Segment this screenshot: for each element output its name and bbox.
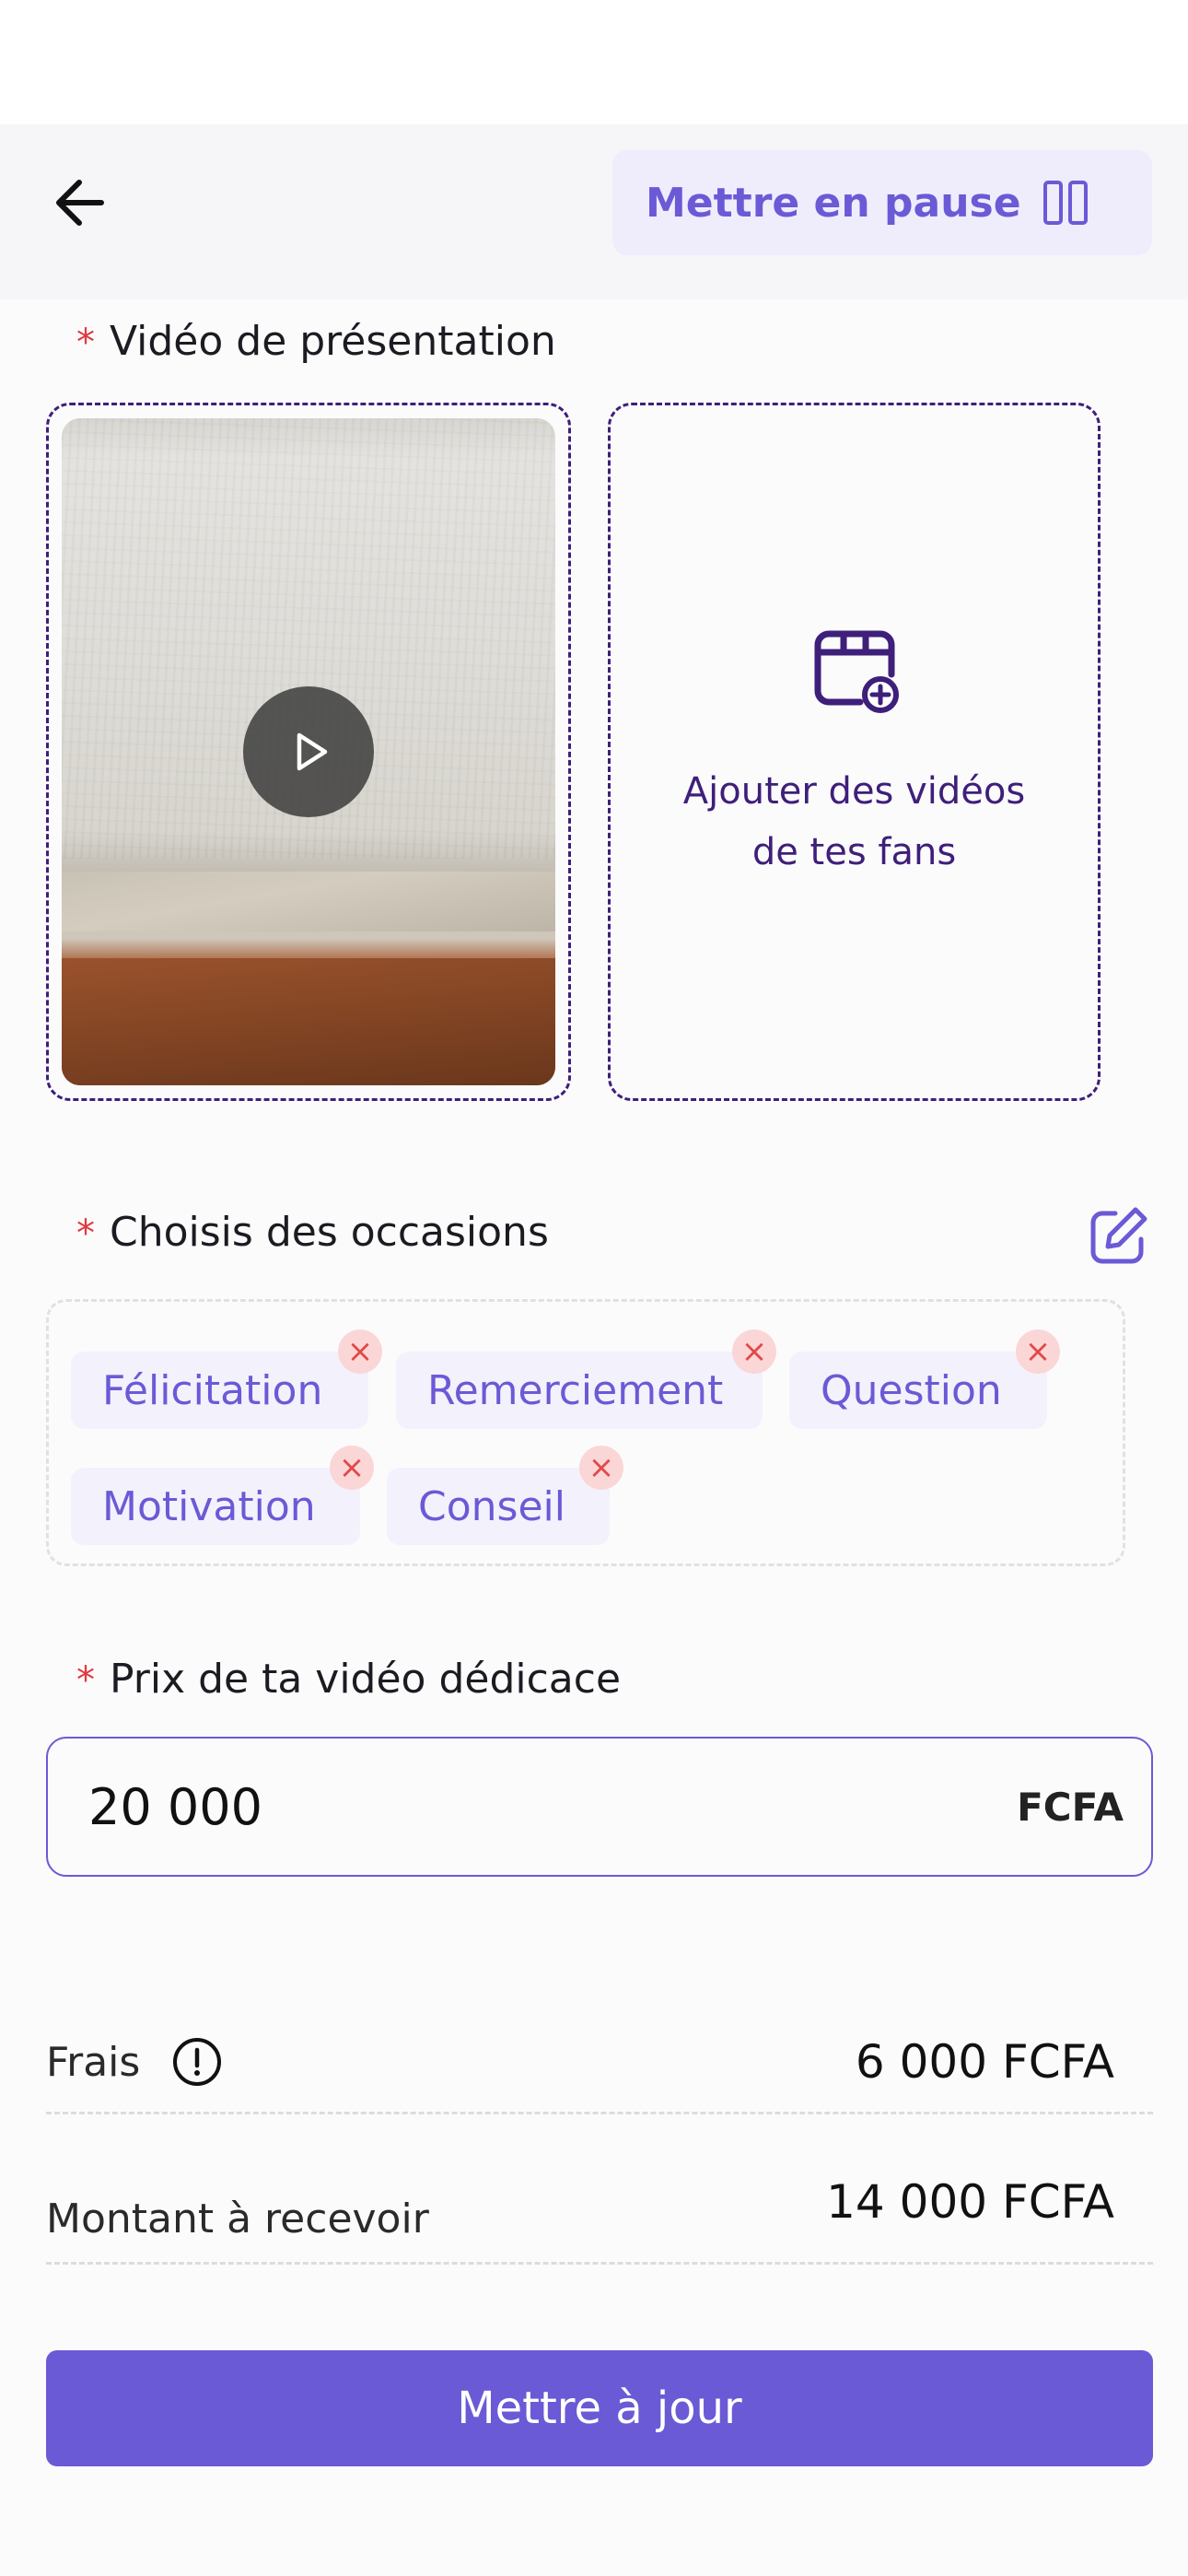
required-mark: * — [76, 1212, 95, 1255]
remove-occasion-button[interactable]: × — [579, 1446, 623, 1490]
close-icon: × — [588, 1449, 615, 1486]
occasion-chip-label: Félicitation — [102, 1366, 323, 1414]
occasion-chip[interactable]: Motivation — [71, 1468, 360, 1545]
close-icon: × — [1024, 1333, 1052, 1370]
receive-row: Montant à recevoir 14 000 FCFA — [46, 2161, 1153, 2254]
required-mark: * — [76, 322, 95, 364]
price-label-text: Prix de ta vidéo dédicace — [110, 1656, 622, 1703]
add-fan-videos-label: Ajouter des vidéos de tes fans — [682, 770, 1026, 873]
divider — [46, 2262, 1153, 2265]
occasion-chip-label: Conseil — [418, 1482, 565, 1530]
occasion-chip[interactable]: Question — [789, 1352, 1047, 1429]
close-icon: × — [338, 1449, 366, 1486]
edit-icon — [1090, 1207, 1147, 1264]
play-button[interactable] — [243, 686, 374, 817]
pause-button[interactable]: Mettre en pause — [612, 150, 1152, 255]
price-input[interactable] — [87, 1776, 643, 1837]
required-mark: * — [76, 1659, 95, 1702]
status-bar-area — [0, 0, 1188, 124]
price-field[interactable]: FCFA — [46, 1737, 1153, 1877]
occasion-chip[interactable]: Félicitation — [71, 1352, 368, 1429]
occasion-chip-label: Remerciement — [427, 1366, 724, 1414]
receive-label: Montant à recevoir — [46, 2195, 429, 2242]
fees-row: Frais 6 000 FCFA — [46, 2016, 1153, 2108]
remove-occasion-button[interactable]: × — [338, 1329, 382, 1374]
occasion-chip[interactable]: Remerciement — [396, 1352, 763, 1429]
video-thumbnail — [62, 418, 555, 1085]
occasions-container: Félicitation × Remerciement × Question ×… — [46, 1299, 1125, 1566]
info-icon[interactable] — [171, 2036, 223, 2088]
remove-occasion-button[interactable]: × — [1016, 1329, 1060, 1374]
pause-icon — [1043, 181, 1088, 225]
update-button[interactable]: Mettre à jour — [46, 2350, 1153, 2466]
add-fan-videos-card[interactable]: Ajouter des vidéos de tes fans — [608, 403, 1101, 1101]
pause-button-label: Mettre en pause — [646, 179, 1021, 227]
price-unit: FCFA — [1017, 1784, 1124, 1830]
remove-occasion-button[interactable]: × — [330, 1446, 374, 1490]
occasions-label: * Choisis des occasions — [76, 1209, 549, 1256]
play-icon — [297, 732, 328, 771]
remove-occasion-button[interactable]: × — [732, 1329, 776, 1374]
occasion-chip-label: Question — [821, 1366, 1002, 1414]
receive-value: 14 000 FCFA — [826, 2175, 1114, 2229]
occasion-chip-label: Motivation — [102, 1482, 316, 1530]
close-icon: × — [346, 1333, 374, 1370]
arrow-left-icon — [56, 180, 104, 226]
occasion-chip[interactable]: Conseil — [387, 1468, 610, 1545]
video-section-label-text: Vidéo de présentation — [110, 318, 556, 365]
edit-occasions-button[interactable] — [1082, 1202, 1152, 1272]
video-section-label: * Vidéo de présentation — [76, 318, 556, 365]
fees-label: Frais — [46, 2038, 141, 2086]
presentation-video-card[interactable] — [46, 403, 571, 1101]
close-icon: × — [740, 1333, 768, 1370]
back-button[interactable] — [46, 170, 120, 235]
divider — [46, 2112, 1153, 2114]
price-label: * Prix de ta vidéo dédicace — [76, 1656, 621, 1703]
calendar-add-icon — [814, 630, 899, 713]
occasions-label-text: Choisis des occasions — [110, 1209, 549, 1256]
fees-value: 6 000 FCFA — [855, 2035, 1114, 2089]
